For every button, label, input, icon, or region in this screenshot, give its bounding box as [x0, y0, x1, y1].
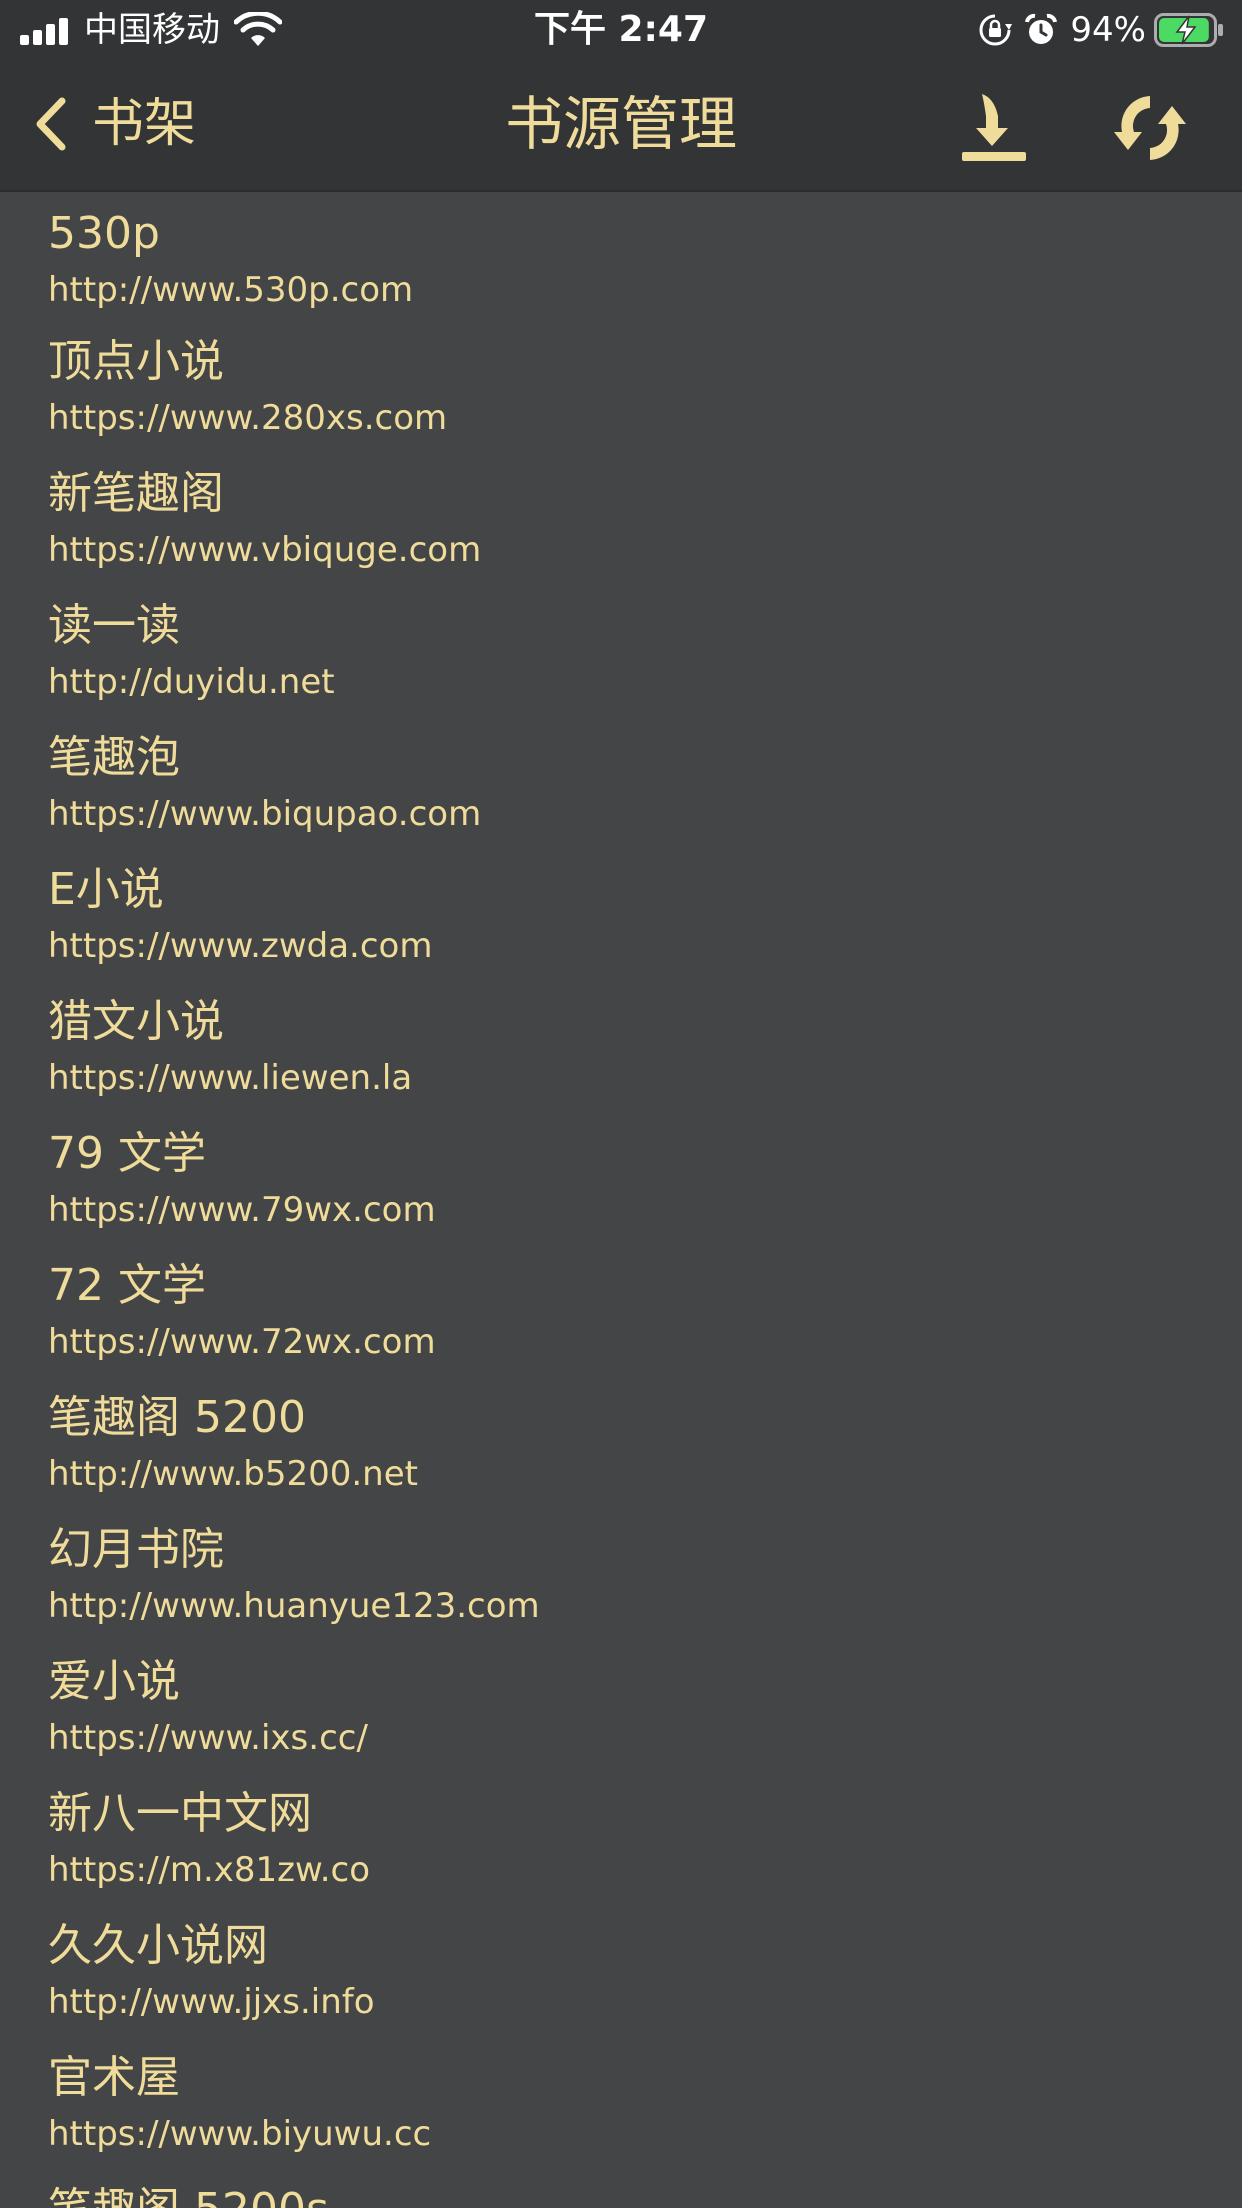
source-name: 79 文学: [48, 1128, 206, 1179]
source-name: 猎文小说: [48, 996, 224, 1047]
source-name: 新八一中文网: [48, 1788, 312, 1839]
list-item[interactable]: 72 文学 https://www.72wx.com: [0, 1244, 1242, 1376]
source-url: http://www.huanyue123.com: [48, 1586, 540, 1626]
nav-bar: 书架 书源管理: [0, 60, 1242, 192]
status-bar: 中国移动 下午 2:47 94%: [0, 0, 1242, 60]
chevron-left-icon: [36, 97, 66, 151]
source-name: 笔趣阁 5200s: [48, 2180, 329, 2208]
list-item[interactable]: 笔趣阁 5200 http://www.b5200.net: [0, 1376, 1242, 1508]
source-url: https://www.72wx.com: [48, 1322, 436, 1362]
source-name: E小说: [48, 864, 164, 915]
list-item[interactable]: 笔趣阁 5200s: [0, 2168, 1242, 2208]
source-name: 久久小说网: [48, 1920, 268, 1971]
refresh-icon: [1114, 96, 1186, 160]
source-name: 笔趣阁 5200: [48, 1392, 306, 1443]
source-url: https://m.x81zw.co: [48, 1850, 371, 1890]
list-item[interactable]: 猎文小说 https://www.liewen.la: [0, 980, 1242, 1112]
alarm-icon: [1025, 13, 1058, 44]
source-url: http://www.b5200.net: [48, 1454, 418, 1494]
source-url: https://www.79wx.com: [48, 1190, 436, 1230]
source-name: 爱小说: [48, 1656, 180, 1707]
list-item[interactable]: 爱小说 https://www.ixs.cc/: [0, 1640, 1242, 1772]
list-item[interactable]: 顶点小说 https://www.280xs.com: [0, 320, 1242, 452]
battery-percent: 94%: [1070, 10, 1146, 50]
list-item[interactable]: 新笔趣阁 https://www.vbiquge.com: [0, 452, 1242, 584]
source-name: 幻月书院: [48, 1524, 224, 1575]
source-name: 顶点小说: [48, 336, 224, 387]
list-item[interactable]: 官术屋 https://www.biyuwu.cc: [0, 2036, 1242, 2168]
list-item[interactable]: 幻月书院 http://www.huanyue123.com: [0, 1508, 1242, 1640]
list-item[interactable]: E小说 https://www.zwda.com: [0, 848, 1242, 980]
back-button[interactable]: 书架: [30, 88, 196, 160]
source-url: http://duyidu.net: [48, 662, 335, 702]
source-name: 官术屋: [48, 2052, 180, 2103]
source-url: https://www.biyuwu.cc: [48, 2114, 432, 2154]
list-item[interactable]: 读一读 http://duyidu.net: [0, 584, 1242, 716]
status-right: 94%: [978, 8, 1224, 52]
battery-charging-icon: [1154, 13, 1223, 47]
source-name: 笔趣泡: [48, 732, 180, 783]
list-item[interactable]: 79 文学 https://www.79wx.com: [0, 1112, 1242, 1244]
import-button[interactable]: [958, 90, 1034, 166]
orientation-lock-icon: [979, 14, 1013, 46]
source-name: 新笔趣阁: [48, 468, 224, 519]
back-label: 书架: [92, 94, 197, 154]
source-url: https://www.biqupao.com: [48, 794, 482, 834]
list-item[interactable]: 久久小说网 http://www.jjxs.info: [0, 1904, 1242, 2036]
download-icon: [962, 94, 1026, 161]
source-url: http://www.jjxs.info: [48, 1982, 375, 2022]
source-url: https://www.vbiquge.com: [48, 530, 482, 570]
source-url: https://www.liewen.la: [48, 1058, 413, 1098]
list-item[interactable]: 新八一中文网 https://m.x81zw.co: [0, 1772, 1242, 1904]
source-name: 读一读: [48, 600, 180, 651]
source-url: https://www.ixs.cc/: [48, 1718, 368, 1758]
source-name: 72 文学: [48, 1260, 206, 1311]
source-url: http://www.530p.com: [48, 270, 414, 310]
refresh-button[interactable]: [1112, 90, 1188, 166]
list-item[interactable]: 530p http://www.530p.com: [0, 192, 1242, 320]
source-url: https://www.zwda.com: [48, 926, 433, 966]
source-list: 530p http://www.530p.com 顶点小说 https://www.2…: [0, 192, 1242, 2208]
list-item[interactable]: 笔趣泡 https://www.biqupao.com: [0, 716, 1242, 848]
source-name: 530p: [48, 208, 160, 259]
source-url: https://www.280xs.com: [48, 398, 448, 438]
